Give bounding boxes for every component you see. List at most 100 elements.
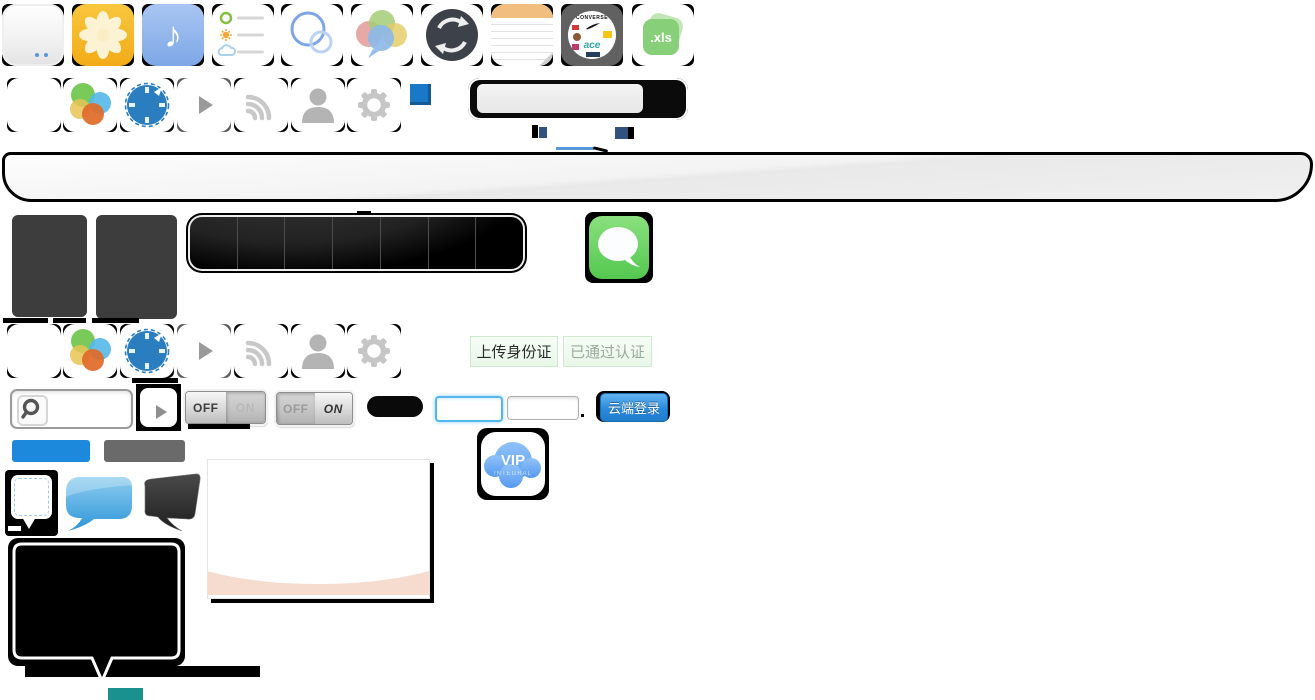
sketch-circle-icon[interactable]: [120, 78, 174, 132]
rss-icon[interactable]: [234, 324, 288, 378]
focused-input-field[interactable]: [437, 398, 505, 422]
segment: [429, 217, 477, 269]
brand-ace-label: ace: [568, 40, 616, 51]
note-glyph: ♪: [164, 17, 182, 53]
xls-file-icon[interactable]: .xls: [632, 4, 694, 66]
white-bubble-tail: [22, 517, 36, 529]
ccircles-face: [63, 78, 117, 132]
toggle-on-side[interactable]: ON: [315, 393, 353, 424]
segment: [476, 217, 523, 269]
cloud-login-frame: 云端登录: [596, 391, 670, 422]
fragment-strip-5: [188, 424, 250, 429]
upload-id-button[interactable]: 上传身份证: [470, 336, 558, 367]
play-icon[interactable]: [177, 78, 231, 132]
play-icon[interactable]: [177, 324, 231, 378]
blue-dots: [35, 53, 39, 57]
todo-glyph: [212, 4, 274, 66]
gear-icon[interactable]: [347, 324, 401, 378]
normal-input-field[interactable]: [508, 397, 582, 421]
verified-label: 已通过认证: [570, 341, 645, 362]
refresh-icon[interactable]: [421, 4, 483, 66]
segmented-black-bar: [190, 217, 523, 269]
blue-circles-icon[interactable]: [281, 4, 343, 66]
gear-face: [347, 78, 401, 132]
chat-bubbles-icon[interactable]: [351, 4, 413, 66]
music-note-icon[interactable]: ♪: [142, 4, 204, 66]
segment: [190, 217, 238, 269]
fragment-strip-3: [92, 318, 139, 323]
blank-rounded-icon[interactable]: [7, 324, 61, 378]
top-search-input[interactable]: [477, 84, 643, 113]
blue-square-fragment: [410, 84, 431, 105]
fragment-navy-square-2: [615, 127, 628, 139]
message-green-icon[interactable]: [585, 212, 653, 283]
play-button-framed[interactable]: [136, 384, 181, 431]
toggle-switch-on[interactable]: OFF ON: [276, 392, 353, 425]
todo-list-icon[interactable]: [212, 4, 274, 66]
vip-badge-icon[interactable]: VIP INTEGRAL: [477, 428, 549, 500]
segment: [381, 217, 429, 269]
squircle-face: [2, 4, 64, 66]
search-field[interactable]: [10, 389, 133, 429]
segment: [238, 217, 286, 269]
play-triangle: [199, 342, 213, 360]
top-search-bar[interactable]: [468, 78, 688, 120]
brands-circle: CONVERSE ace: [568, 11, 616, 59]
gray-flat-button[interactable]: [104, 440, 185, 462]
toggle-off-side[interactable]: OFF: [277, 393, 315, 424]
notepad-icon[interactable]: [491, 4, 553, 66]
color-circles-icon[interactable]: [63, 324, 117, 378]
rss-face: [234, 324, 288, 378]
verified-button[interactable]: 已通过认证: [563, 336, 652, 367]
user-face: [291, 78, 345, 132]
brand-navy-patch: [586, 52, 600, 57]
cloud-login-button[interactable]: 云端登录: [600, 393, 668, 422]
toggle-on-side[interactable]: ON: [226, 392, 266, 423]
color-circles-icon[interactable]: [63, 78, 117, 132]
ccircles-face: [63, 324, 117, 378]
normal-input[interactable]: [507, 396, 579, 420]
search-a-icon: [17, 395, 48, 426]
glossy-tooltip-bar: [2, 152, 1313, 202]
white-speech-bubble-icon[interactable]: [5, 470, 58, 536]
vip-title: VIP: [501, 452, 525, 469]
blank-rounded-icon[interactable]: [7, 78, 61, 132]
play-triangle: [156, 405, 167, 419]
user-face: [291, 324, 345, 378]
segment: [285, 217, 333, 269]
dark-speech-bubble-icon[interactable]: [137, 472, 205, 534]
circles-face: [281, 4, 343, 66]
play-face: [177, 324, 231, 378]
gear-icon[interactable]: [347, 78, 401, 132]
white-bubble-chip: [8, 526, 21, 531]
rss-icon[interactable]: [234, 78, 288, 132]
vip-face: VIP INTEGRAL: [481, 432, 545, 496]
fragment-blue-underline: [556, 147, 594, 150]
brands-collage-icon[interactable]: CONVERSE ace: [561, 4, 623, 66]
blank-squircle-icon[interactable]: [2, 4, 64, 66]
panel-curve-mask: [207, 504, 430, 584]
blank-face: [7, 324, 61, 378]
sketch-circle-icon[interactable]: [120, 324, 174, 378]
dark-placeholder-1: [12, 215, 87, 317]
sketch-face: [120, 324, 174, 378]
fragment-black-tick-2: [628, 127, 634, 139]
focused-input[interactable]: [435, 396, 503, 422]
flower-face: [72, 4, 134, 66]
toggle-switch-off[interactable]: OFF ON: [185, 391, 266, 424]
fragment-tick-above-bar: [357, 211, 371, 216]
upload-id-label: 上传身份证: [476, 341, 551, 362]
user-icon[interactable]: [291, 78, 345, 132]
refresh-glyph: [421, 4, 483, 66]
todo-face: [212, 4, 274, 66]
flower-photos-icon[interactable]: [72, 4, 134, 66]
bubbles-glyph: [351, 4, 413, 66]
toggle-off-side[interactable]: OFF: [186, 392, 226, 423]
blue-speech-bubble-icon[interactable]: [62, 473, 137, 533]
fragment-dot: [581, 414, 584, 417]
user-icon[interactable]: [291, 324, 345, 378]
blue-flat-button[interactable]: [12, 440, 90, 462]
search-input[interactable]: [50, 394, 128, 424]
black-pill: [367, 396, 423, 417]
play-triangle: [199, 96, 213, 114]
